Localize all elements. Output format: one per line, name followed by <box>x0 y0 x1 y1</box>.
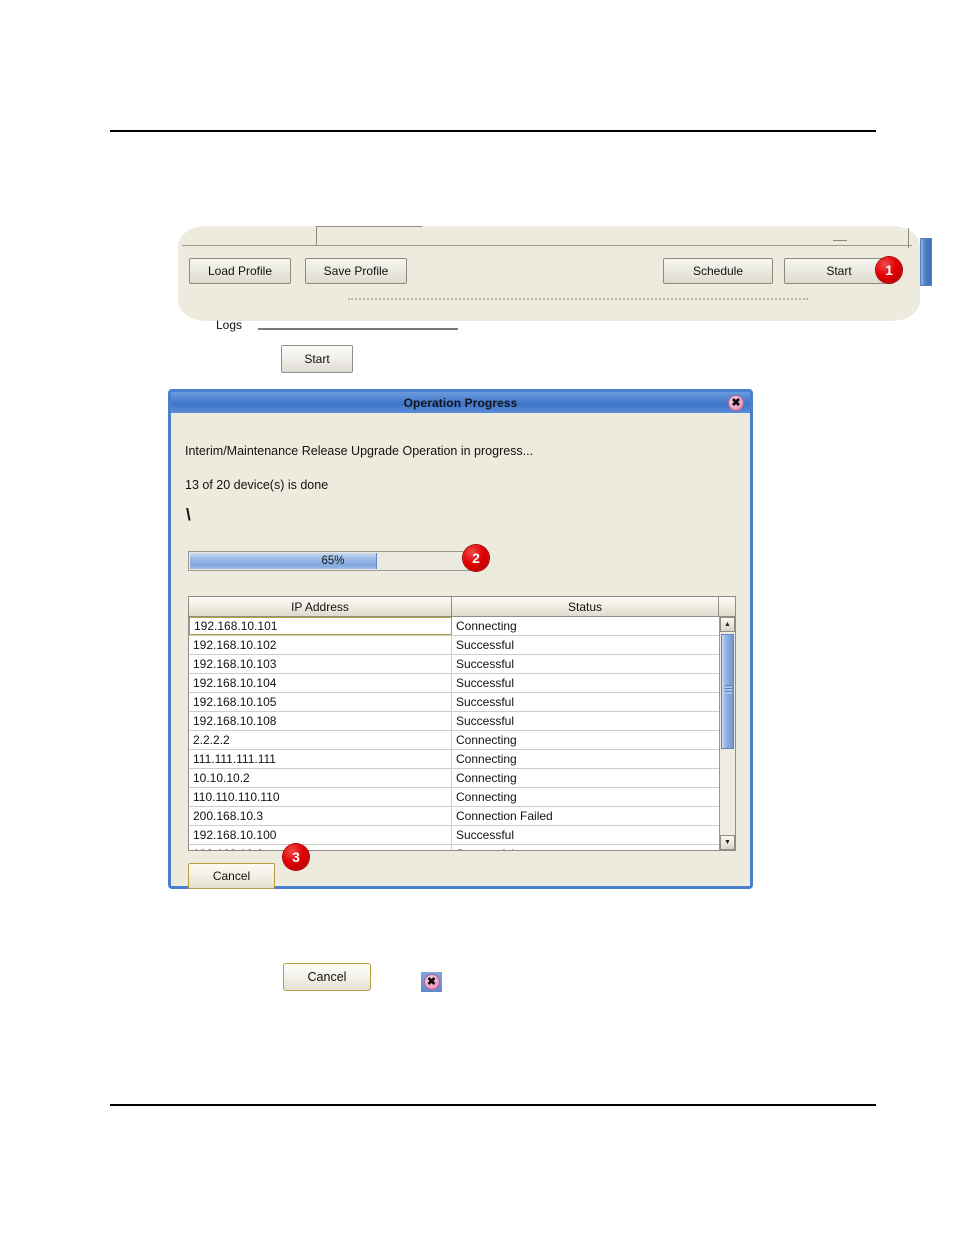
table-row[interactable]: 192.168.10.101 Connecting <box>189 617 735 636</box>
table-rows-host: 192.168.10.101 Connecting 192.168.10.102 Su… <box>189 617 735 850</box>
page-rule-top <box>110 130 876 132</box>
spinner-icon: \ <box>186 505 191 524</box>
panel-tab-stub <box>316 226 422 246</box>
scrollbar-grip-icon <box>725 685 732 694</box>
table-row[interactable]: 192.168.10.100 Successful <box>189 826 735 845</box>
cell-status: Connecting <box>456 752 517 766</box>
scrollbar-track[interactable] <box>721 749 734 833</box>
save-profile-button[interactable]: Save Profile <box>305 258 407 284</box>
cell-ip-address: 192.168.10.6 <box>189 845 452 850</box>
cancel-button-sample[interactable]: Cancel <box>283 963 371 991</box>
close-icon[interactable]: ✖ <box>728 395 744 411</box>
cell-ip-address: 192.168.10.104 <box>189 674 452 692</box>
table-row[interactable]: 111.111.111.111 Connecting <box>189 750 735 769</box>
scroll-up-arrow-icon[interactable]: ▲ <box>720 617 735 632</box>
panel-background: Load Profile Save Profile Schedule Start <box>178 226 920 321</box>
load-profile-button[interactable]: Load Profile <box>189 258 291 284</box>
callout-badge-2: 2 <box>463 545 489 571</box>
dialog-title: Operation Progress <box>403 395 518 410</box>
table-header-row: IP Address Status <box>189 597 735 617</box>
panel-scrollbar-thumb[interactable] <box>920 238 932 286</box>
column-header-ip-address[interactable]: IP Address <box>189 597 452 616</box>
cell-ip-address: 192.168.10.103 <box>189 655 452 673</box>
cell-ip-address: 111.111.111.111 <box>189 750 452 768</box>
cell-status: Connecting <box>456 771 517 785</box>
table-row[interactable]: 192.168.10.105 Successful <box>189 693 735 712</box>
table-row[interactable]: 2.2.2.2 Connecting <box>189 731 735 750</box>
table-row[interactable]: 192.168.10.108 Successful <box>189 712 735 731</box>
close-icon-glyph: ✖ <box>423 974 440 990</box>
table-row[interactable]: 200.168.10.3 Connection Failed <box>189 807 735 826</box>
table-row[interactable]: 192.168.10.6Successful <box>189 845 735 850</box>
dialog-content: Interim/Maintenance Release Upgrade Oper… <box>171 413 750 889</box>
cell-status: Successful <box>456 695 515 709</box>
cell-status: Connecting <box>456 619 517 633</box>
progress-bar-label: 65% <box>321 555 345 567</box>
device-status-table: IP Address Status 192.168.10.101 Connecti… <box>188 596 736 851</box>
panel-right-edge <box>908 228 909 248</box>
cell-status: Connecting <box>456 733 517 747</box>
panel-dotted-separator <box>348 298 808 300</box>
table-vertical-scrollbar[interactable]: ▲ ▼ <box>719 617 735 850</box>
cell-status: Successful <box>456 657 515 671</box>
logs-group-fragment: Logs <box>216 318 461 334</box>
progress-bar: 65% <box>188 551 478 571</box>
cell-status: Successful <box>452 845 719 850</box>
callout-badge-3: 3 <box>283 844 309 870</box>
panel-dash-stub <box>833 240 847 241</box>
device-count-message: 13 of 20 device(s) is done <box>185 478 329 492</box>
operation-progress-dialog: Operation Progress ✖ Interim/Maintenance… <box>168 389 753 889</box>
close-icon-sample[interactable]: ✖ <box>421 972 442 992</box>
table-row[interactable]: 192.168.10.102 Successful <box>189 636 735 655</box>
cell-ip-address: 192.168.10.108 <box>189 712 452 730</box>
cell-status: Successful <box>456 714 515 728</box>
table-row[interactable]: 10.10.10.2 Connecting <box>189 769 735 788</box>
scroll-down-arrow-icon[interactable]: ▼ <box>720 835 735 850</box>
callout-badge-1: 1 <box>876 257 902 283</box>
cell-ip-address: 192.168.10.105 <box>189 693 452 711</box>
cancel-button[interactable]: Cancel <box>188 863 275 889</box>
cell-status: Connection Failed <box>456 809 553 823</box>
table-row[interactable]: 192.168.10.103 Successful <box>189 655 735 674</box>
cell-status: Connecting <box>456 790 517 804</box>
cell-status: Successful <box>456 676 515 690</box>
cell-status: Successful <box>456 638 515 652</box>
table-body: 192.168.10.101 Connecting 192.168.10.102 Su… <box>189 617 735 850</box>
cell-ip-address: 192.168.10.102 <box>189 636 452 654</box>
table-header-corner <box>719 597 735 616</box>
cell-ip-address: 192.168.10.101 <box>189 617 452 635</box>
cell-status: Successful <box>456 828 515 842</box>
start-button-sample[interactable]: Start <box>281 345 353 373</box>
page-rule-bottom <box>110 1104 876 1106</box>
table-row[interactable]: 192.168.10.104 Successful <box>189 674 735 693</box>
scrollbar-thumb[interactable] <box>721 634 734 749</box>
cell-ip-address: 2.2.2.2 <box>189 731 452 749</box>
logs-group-label: Logs <box>216 318 243 332</box>
cell-ip-address: 192.168.10.100 <box>189 826 452 844</box>
operation-message: Interim/Maintenance Release Upgrade Oper… <box>185 444 534 458</box>
cell-ip-address: 10.10.10.2 <box>189 769 452 787</box>
cell-ip-address: 110.110.110.110 <box>189 788 452 806</box>
logs-group-line <box>258 328 458 330</box>
table-row[interactable]: 110.110.110.110 Connecting <box>189 788 735 807</box>
cell-ip-address: 200.168.10.3 <box>189 807 452 825</box>
column-header-status[interactable]: Status <box>452 597 719 616</box>
dialog-titlebar: Operation Progress ✖ <box>171 392 750 413</box>
panel-divider-line <box>182 245 912 246</box>
schedule-button[interactable]: Schedule <box>663 258 773 284</box>
toolbar-panel-fragment: Load Profile Save Profile Schedule Start <box>178 226 920 328</box>
